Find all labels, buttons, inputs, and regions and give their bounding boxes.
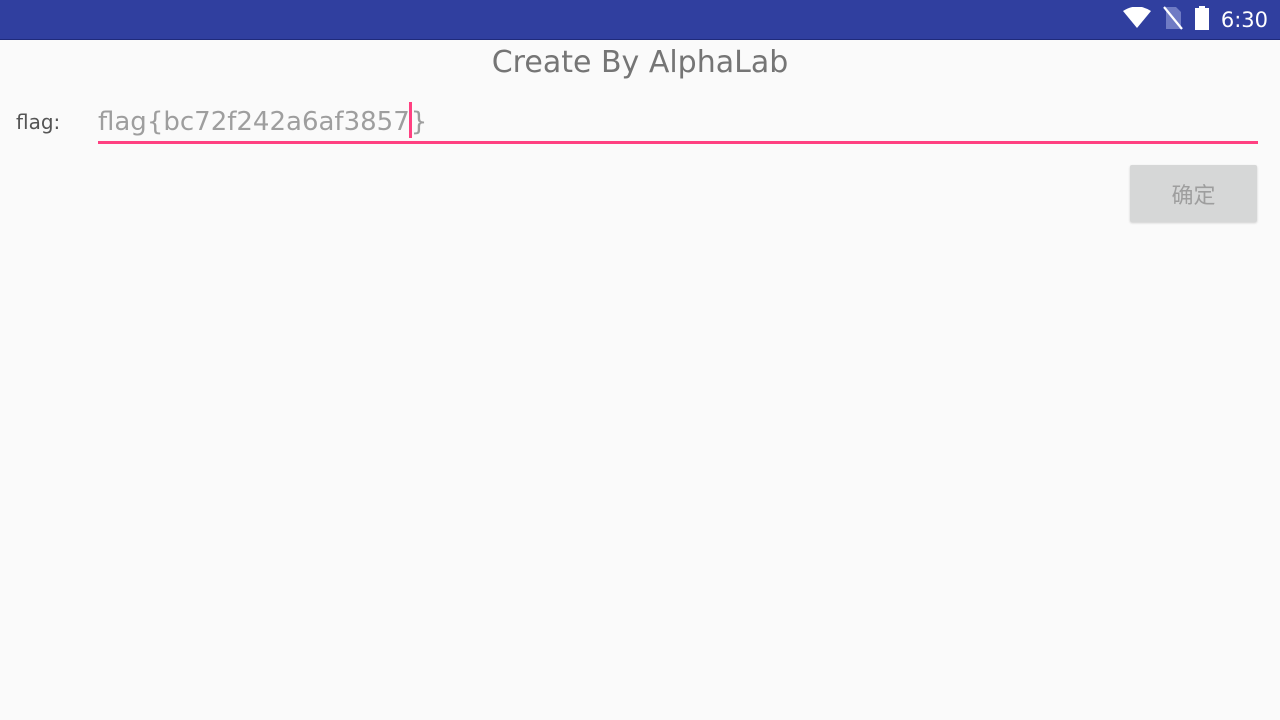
status-bar: 6:30	[0, 0, 1280, 40]
wifi-icon	[1122, 6, 1151, 33]
flag-input[interactable]: flag{bc72f242a6af3857}	[98, 98, 1258, 144]
app-title: Create By AlphaLab	[491, 45, 789, 80]
battery-icon	[1194, 5, 1209, 34]
status-time: 6:30	[1220, 7, 1268, 32]
confirm-button[interactable]: 确定	[1130, 165, 1257, 222]
flag-input-value-tail: }	[410, 107, 428, 137]
status-icons: 6:30	[1122, 0, 1268, 39]
flag-input-value: flag{bc72f242a6af3857	[98, 107, 410, 137]
flag-input-text[interactable]: flag{bc72f242a6af3857}	[98, 102, 427, 139]
flag-label: flag:	[16, 110, 61, 134]
no-sim-icon	[1162, 5, 1183, 34]
